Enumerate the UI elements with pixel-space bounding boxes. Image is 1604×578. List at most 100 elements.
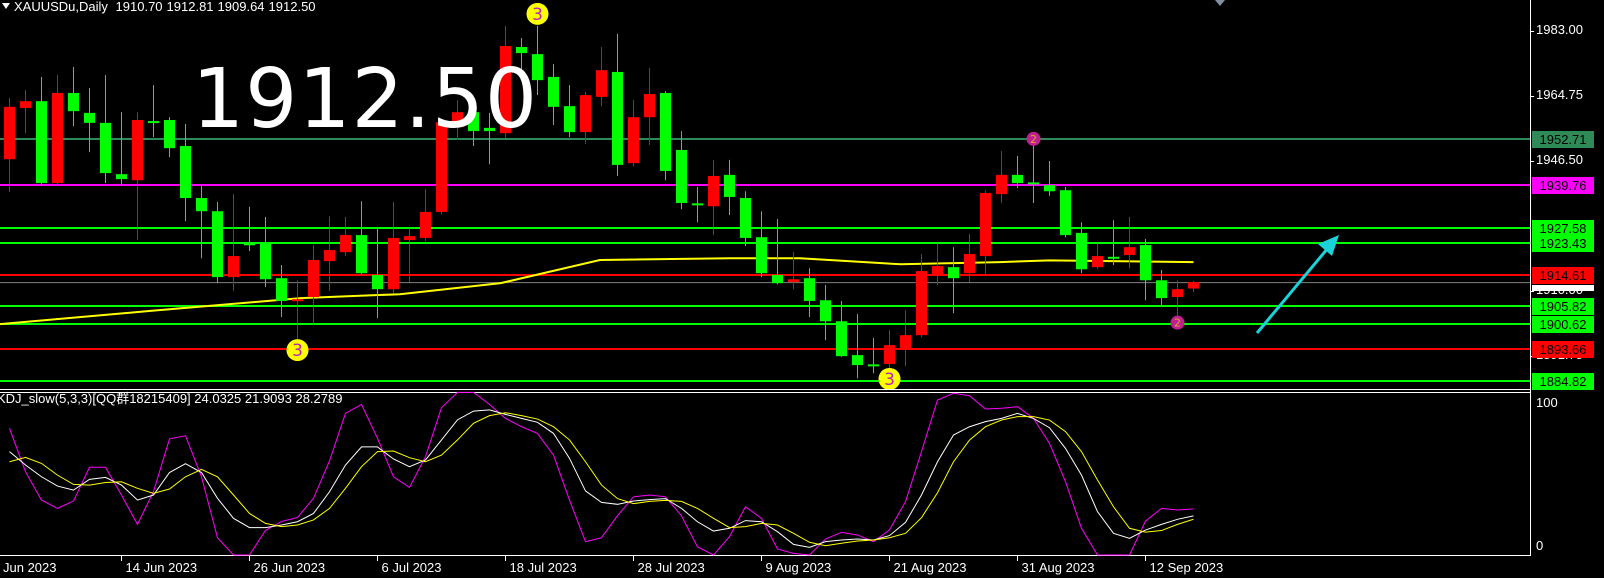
candle-body [740,198,751,238]
candle-body [1012,174,1023,184]
indicator-axis-bottom: 0 [1536,538,1544,553]
bearish-candle [116,112,127,186]
candle-body [788,279,799,283]
level-label: 1939.76 [1532,177,1594,194]
bearish-candle [724,159,735,216]
bearish-candle [676,131,687,210]
candle-body [116,174,127,180]
bullish-candle [20,90,31,134]
level-label: 1952.71 [1532,131,1594,148]
bullish-candle [132,112,143,241]
moving-average-line [0,257,1194,326]
signal-2-marker: 2 [1026,131,1041,146]
level-label: 1905.82 [1532,298,1594,315]
candle-body [772,274,783,284]
date-label: 21 Aug 2023 [893,560,967,575]
signal-3-marker: 3 [286,339,309,362]
marker-label: 3 [532,5,543,25]
bearish-candle [1012,156,1023,189]
bullish-candle [996,151,1007,204]
price-tick-label: 1946.50 [1536,152,1583,167]
indicator-axis-top: 100 [1536,395,1558,410]
candle-body [244,243,255,246]
candle-body [1140,245,1151,281]
collapse-triangle-icon[interactable] [2,3,10,9]
candle-body [852,355,863,366]
candle-body [820,300,831,322]
signal-2-marker: 2 [1170,315,1185,330]
candle-body [676,149,687,204]
candle-body [388,237,399,290]
candle-body [964,253,975,274]
current-price-label [1532,285,1594,291]
candle-body [628,117,639,164]
candle-body [260,242,271,280]
chart-shift-triangle-icon[interactable] [1215,0,1225,6]
bullish-candle [644,68,655,145]
bullish-candle [1092,243,1103,270]
candle-body [548,76,559,107]
candle-body [1172,289,1183,298]
kdj-j-line [9,412,1194,547]
bearish-candle [756,211,767,278]
bearish-candle [1060,186,1071,238]
candle-body [884,345,895,364]
bullish-candle [580,91,591,144]
candle-body [756,237,767,274]
candle-body [84,112,95,123]
signal-3-marker: 3 [526,2,549,25]
candle-body [356,235,367,274]
level-label: 1914.61 [1532,267,1594,284]
open-value: 1910.70 [115,0,163,14]
candle-body [708,175,719,207]
date-label: 26 Jun 2023 [253,560,326,575]
marker-label: 2 [1030,133,1037,146]
candle-body [276,278,287,301]
indicator-label: KDJ_slow(5,3,3)[QQ群18215409] 24.0325 21.… [0,391,343,406]
candle-body [1156,280,1167,299]
bearish-candle [196,185,207,259]
bullish-candle [404,227,415,283]
candle-body [228,256,239,278]
bearish-candle [148,85,159,138]
candle-body [164,120,175,149]
candle-body [948,267,959,279]
candle-body [724,174,735,197]
candle-body [180,146,191,199]
candle-body [20,101,31,108]
kdj-d-line [9,409,1194,548]
bearish-candle [548,64,559,126]
candle-body [692,203,703,206]
bearish-candle [212,201,223,284]
marker-label: 3 [292,341,303,361]
candle-body [100,122,111,174]
up-arrow-icon [1255,235,1339,334]
candle-body [132,120,143,181]
candle-body [4,106,15,160]
candle-body [596,70,607,97]
candle-body [1028,182,1039,185]
candle-body [292,299,303,302]
candle-body [868,364,879,367]
bullish-candle [340,216,351,257]
date-label: 12 Sep 2023 [1149,560,1224,575]
bearish-candle [692,186,703,223]
candle-body [564,106,575,133]
candle-body [580,95,591,133]
bearish-candle [564,85,575,138]
candle-body [1188,282,1199,289]
candle-body [804,278,815,301]
bearish-candle [84,87,95,153]
candle-body [36,101,47,184]
date-label: 14 Jun 2023 [125,560,198,575]
bullish-candle [1188,280,1199,293]
candle-body [68,92,79,112]
candle-body [324,250,335,262]
bearish-candle [948,247,959,314]
candle-body [1060,190,1071,236]
bearish-candle [612,33,623,176]
bearish-candle [1140,238,1151,301]
bearish-candle [356,201,367,275]
bearish-candle [1028,138,1039,204]
candle-body [148,121,159,124]
